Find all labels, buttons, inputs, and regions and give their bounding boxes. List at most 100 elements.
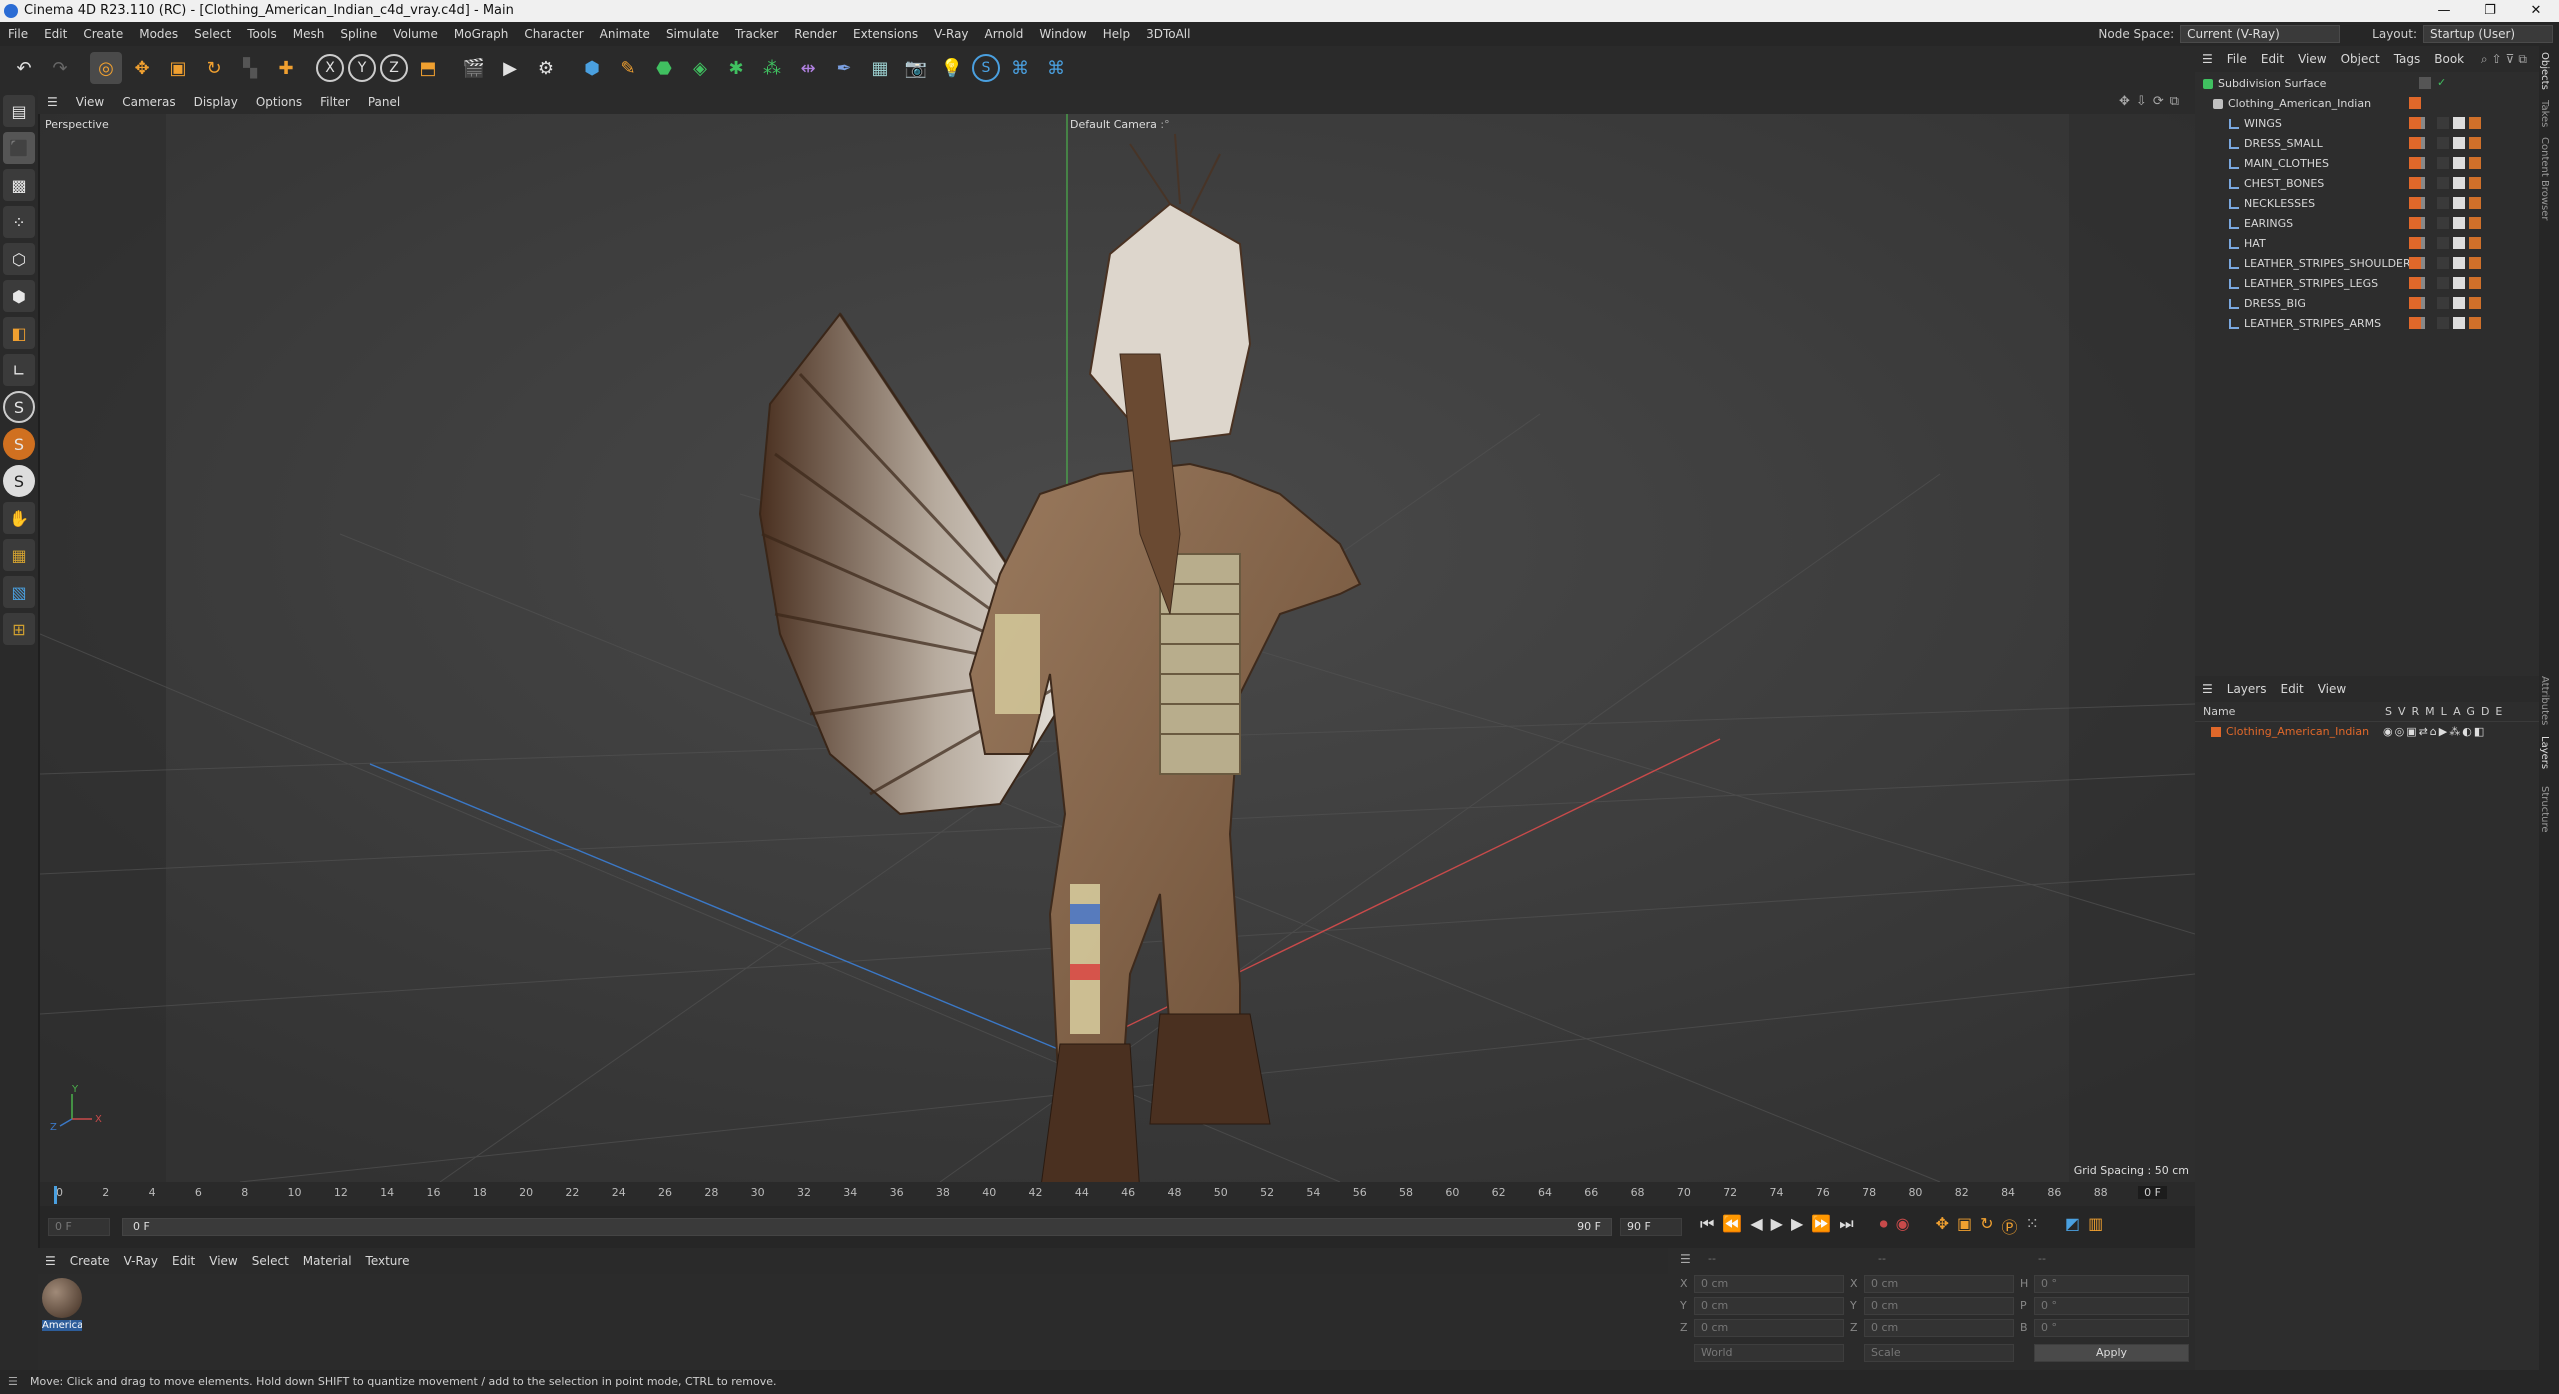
vray-material-tag-icon[interactable] — [2437, 177, 2449, 189]
apply-button[interactable]: Apply — [2034, 1344, 2189, 1362]
menu-select[interactable]: Select — [186, 22, 239, 46]
array-generator-icon[interactable]: ◈ — [684, 52, 716, 84]
menu-window[interactable]: Window — [1031, 22, 1094, 46]
phong-tag-icon[interactable] — [2469, 317, 2481, 329]
live-selection-icon[interactable]: ◎ — [90, 52, 122, 84]
texture-tag-icon[interactable] — [2453, 297, 2465, 309]
key-param-icon[interactable]: Ⓟ — [2002, 1214, 2018, 1238]
material-menu-view[interactable]: View — [202, 1248, 244, 1274]
object-menu-file[interactable]: File — [2220, 46, 2254, 72]
texture-tag-icon[interactable] — [2453, 177, 2465, 189]
object-menu-icon[interactable]: ☰ — [2195, 46, 2220, 72]
status-menu-icon[interactable]: ☰ — [8, 1370, 18, 1394]
spline-pen-icon[interactable]: ✎ — [612, 52, 644, 84]
scale-tool-icon[interactable]: ▣ — [162, 52, 194, 84]
menu-help[interactable]: Help — [1095, 22, 1138, 46]
viewport-menu-panel[interactable]: Panel — [359, 90, 409, 114]
object-row-subdivision-surface[interactable]: Subdivision Surface ✓ — [2203, 74, 2539, 94]
viewport-menu-options[interactable]: Options — [247, 90, 311, 114]
object-row-child[interactable]: HAT — [2203, 234, 2539, 254]
soft-selection-icon[interactable]: ✋ — [3, 502, 35, 534]
menu-tracker[interactable]: Tracker — [727, 22, 786, 46]
timeline-ruler[interactable]: 0 2 4 6 8 10 12 14 16 18 20 22 24 26 28 30 32 34 36 38 40 42 4… — [40, 1182, 2195, 1206]
tab-takes[interactable]: Takes — [2539, 90, 2550, 127]
current-frame-field[interactable]: 0 F — [48, 1218, 110, 1236]
workplane-icon[interactable]: S — [3, 465, 35, 497]
texture-tag-icon[interactable] — [2453, 117, 2465, 129]
viewport-menu-display[interactable]: Display — [185, 90, 247, 114]
layout-dropdown[interactable]: Startup (User) — [2423, 25, 2553, 43]
key-pla-icon[interactable]: ⁙ — [2026, 1214, 2039, 1238]
object-row-child[interactable]: LEATHER_STRIPES_ARMS — [2203, 314, 2539, 334]
layer-menu-view[interactable]: View — [2311, 676, 2353, 702]
vray-material-tag-icon[interactable] — [2437, 237, 2449, 249]
go-to-end-icon[interactable]: ⏭ — [1839, 1214, 1853, 1238]
polygons-mode-icon[interactable]: ⬢ — [3, 280, 35, 312]
object-row-child[interactable]: LEATHER_STRIPES_LEGS — [2203, 274, 2539, 294]
layer-color-tag[interactable] — [2409, 317, 2421, 329]
phong-tag-icon[interactable] — [2469, 197, 2481, 209]
lock-workplane-icon[interactable]: ⊞ — [3, 613, 35, 645]
viewport-menu-view[interactable]: View — [67, 90, 113, 114]
size-y-field[interactable]: 0 cm — [1864, 1297, 2014, 1315]
rot-b-field[interactable]: 0 ° — [2034, 1319, 2189, 1337]
phong-tag-icon[interactable] — [2469, 237, 2481, 249]
viewport-menu-cameras[interactable]: Cameras — [113, 90, 184, 114]
layer-color-tag[interactable] — [2409, 257, 2421, 269]
menu-animate[interactable]: Animate — [592, 22, 658, 46]
vray-material-tag-icon[interactable] — [2437, 297, 2449, 309]
vray-material-tag-icon[interactable] — [2437, 137, 2449, 149]
material-menu-texture[interactable]: Texture — [359, 1248, 417, 1274]
visibility-dots-icon[interactable] — [2421, 317, 2425, 329]
texture-tag-icon[interactable] — [2453, 257, 2465, 269]
tab-objects[interactable]: Objects — [2539, 46, 2550, 90]
playhead[interactable] — [54, 1186, 57, 1204]
texture-tag-icon[interactable] — [2453, 277, 2465, 289]
rot-p-field[interactable]: 0 ° — [2034, 1297, 2189, 1315]
tab-content-browser[interactable]: Content Browser — [2539, 127, 2550, 220]
layer-menu-edit[interactable]: Edit — [2273, 676, 2310, 702]
texture-tag-icon[interactable] — [2453, 157, 2465, 169]
menu-vray[interactable]: V-Ray — [926, 22, 976, 46]
edges-mode-icon[interactable]: ⬡ — [3, 243, 35, 275]
texture-tag-icon[interactable] — [2453, 237, 2465, 249]
deformer-icon[interactable]: ✱ — [720, 52, 752, 84]
add-tool-icon[interactable]: ✚ — [270, 52, 302, 84]
coordinate-mode-dropdown[interactable]: World — [1694, 1344, 1844, 1362]
recent-tool-icon[interactable]: ▚ — [234, 52, 266, 84]
material-menu-select[interactable]: Select — [245, 1248, 296, 1274]
visibility-dots-icon[interactable] — [2421, 297, 2425, 309]
z-axis-lock-icon[interactable]: Z — [380, 54, 408, 82]
timeline-icon[interactable]: ▥ — [2088, 1214, 2103, 1238]
layer-color-tag[interactable] — [2409, 297, 2421, 309]
node-space-dropdown[interactable]: Current (V-Ray) — [2180, 25, 2341, 43]
viewport-menu-filter[interactable]: Filter — [311, 90, 359, 114]
next-key-icon[interactable]: ⏩ — [1811, 1214, 1831, 1238]
layer-row[interactable]: Clothing_American_Indian ◉◎▣⇄⌂▶⁂◐◧ — [2195, 722, 2539, 742]
visibility-dots-icon[interactable] — [2421, 157, 2425, 169]
layer-color-tag[interactable] — [2409, 117, 2421, 129]
vray-material-tag-icon[interactable] — [2437, 217, 2449, 229]
size-x-field[interactable]: 0 cm — [1864, 1275, 2014, 1293]
floor-icon[interactable]: ▦ — [864, 52, 896, 84]
next-frame-icon[interactable]: ▶ — [1791, 1214, 1803, 1238]
vray-material-tag-icon[interactable] — [2437, 197, 2449, 209]
move-tool-icon[interactable]: ✥ — [126, 52, 158, 84]
object-row-child[interactable]: DRESS_SMALL — [2203, 134, 2539, 154]
go-to-start-icon[interactable]: ⏮ — [1700, 1214, 1714, 1238]
menu-create[interactable]: Create — [75, 22, 131, 46]
uv-mode-icon[interactable]: ◧ — [3, 317, 35, 349]
object-menu-edit[interactable]: Edit — [2254, 46, 2291, 72]
visibility-dots-icon[interactable] — [2421, 137, 2425, 149]
3d-viewport[interactable]: Perspective Default Camera :° Y Z X Grid… — [40, 114, 2195, 1182]
material-menu-vray[interactable]: V-Ray — [117, 1248, 165, 1274]
menu-file[interactable]: File — [0, 22, 36, 46]
scheme-icon[interactable]: ◩ — [2065, 1214, 2080, 1238]
vray-material-tag-icon[interactable] — [2437, 157, 2449, 169]
visibility-dots-icon[interactable] — [2421, 277, 2425, 289]
phong-tag-icon[interactable] — [2469, 177, 2481, 189]
menu-character[interactable]: Character — [516, 22, 591, 46]
prev-key-icon[interactable]: ⏪ — [1722, 1214, 1742, 1238]
render-picture-viewer-icon[interactable]: ▶ — [494, 52, 526, 84]
pos-x-field[interactable]: 0 cm — [1694, 1275, 1844, 1293]
